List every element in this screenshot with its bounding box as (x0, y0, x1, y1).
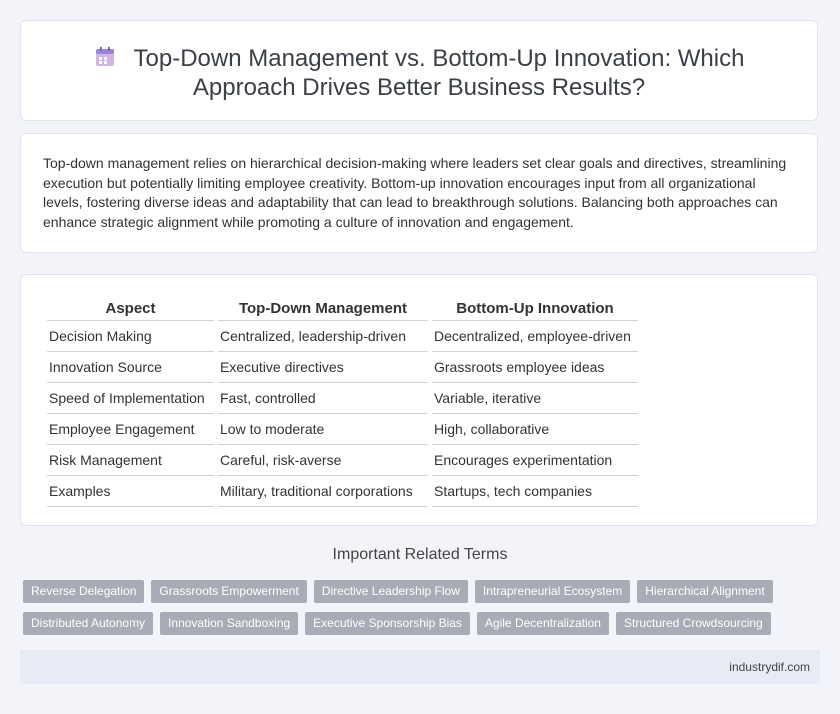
table-row: Examples Military, traditional corporati… (47, 476, 638, 507)
table-cell: Employee Engagement (47, 414, 214, 445)
intro-paragraph: Top-down management relies on hierarchic… (43, 155, 787, 230)
table-row: Employee Engagement Low to moderate High… (47, 414, 638, 445)
related-terms-row-1: Reverse Delegation Grassroots Empowermen… (23, 580, 773, 603)
table-cell: Decision Making (47, 321, 214, 352)
header-bottom-up: Bottom-Up Innovation (432, 297, 638, 321)
intro-card: Top-down management relies on hierarchic… (20, 133, 818, 253)
table-row: Innovation Source Executive directives G… (47, 352, 638, 383)
related-term-tag[interactable]: Executive Sponsorship Bias (305, 612, 470, 635)
table-cell: Speed of Implementation (47, 383, 214, 414)
table-cell: Careful, risk-averse (218, 445, 428, 476)
table-cell: Centralized, leadership-driven (218, 321, 428, 352)
table-cell: Innovation Source (47, 352, 214, 383)
table-cell: High, collaborative (432, 414, 638, 445)
table-cell: Startups, tech companies (432, 476, 638, 507)
related-term-tag[interactable]: Structured Crowdsourcing (615, 612, 771, 635)
related-term-tag[interactable]: Directive Leadership Flow (313, 580, 468, 603)
table-row: Speed of Implementation Fast, controlled… (47, 383, 638, 414)
related-term-tag[interactable]: Distributed Autonomy (23, 612, 154, 635)
table-cell: Grassroots employee ideas (432, 352, 638, 383)
title-card: Top-Down Management vs. Bottom-Up Innova… (20, 20, 818, 121)
table-cell: Executive directives (218, 352, 428, 383)
table-cell: Military, traditional corporations (218, 476, 428, 507)
header-top-down: Top-Down Management (218, 297, 428, 321)
related-term-tag[interactable]: Intrapreneurial Ecosystem (474, 580, 631, 603)
table-cell: Examples (47, 476, 214, 507)
related-term-tag[interactable]: Agile Decentralization (476, 612, 609, 635)
table-cell: Variable, iterative (432, 383, 638, 414)
table-cell: Decentralized, employee-driven (432, 321, 638, 352)
header-aspect: Aspect (47, 297, 214, 321)
title-line-1: Top-Down Management vs. Bottom-Up Innova… (133, 45, 745, 72)
comparison-table-card: Aspect Top-Down Management Bottom-Up Inn… (20, 274, 818, 526)
related-term-tag[interactable]: Reverse Delegation (23, 580, 145, 603)
table-cell: Encourages experimentation (432, 445, 638, 476)
related-terms-heading: Important Related Terms (332, 546, 508, 563)
footer: industrydif.com (20, 650, 820, 684)
table-header-row: Aspect Top-Down Management Bottom-Up Inn… (47, 297, 638, 321)
table-cell: Low to moderate (218, 414, 428, 445)
related-terms-row-2: Distributed Autonomy Innovation Sandboxi… (23, 612, 771, 635)
calendar-icon (94, 46, 116, 66)
comparison-table: Aspect Top-Down Management Bottom-Up Inn… (43, 297, 642, 507)
related-term-tag[interactable]: Grassroots Empowerment (151, 580, 307, 603)
related-term-tag[interactable]: Hierarchical Alignment (637, 580, 773, 603)
table-cell: Fast, controlled (218, 383, 428, 414)
footer-site-link[interactable]: industrydif.com (729, 660, 810, 674)
page-title: Top-Down Management vs. Bottom-Up Innova… (21, 44, 817, 102)
title-line-2: Approach Drives Better Business Results? (192, 74, 646, 101)
table-row: Risk Management Careful, risk-averse Enc… (47, 445, 638, 476)
table-row: Decision Making Centralized, leadership-… (47, 321, 638, 352)
table-cell: Risk Management (47, 445, 214, 476)
related-term-tag[interactable]: Innovation Sandboxing (160, 612, 299, 635)
